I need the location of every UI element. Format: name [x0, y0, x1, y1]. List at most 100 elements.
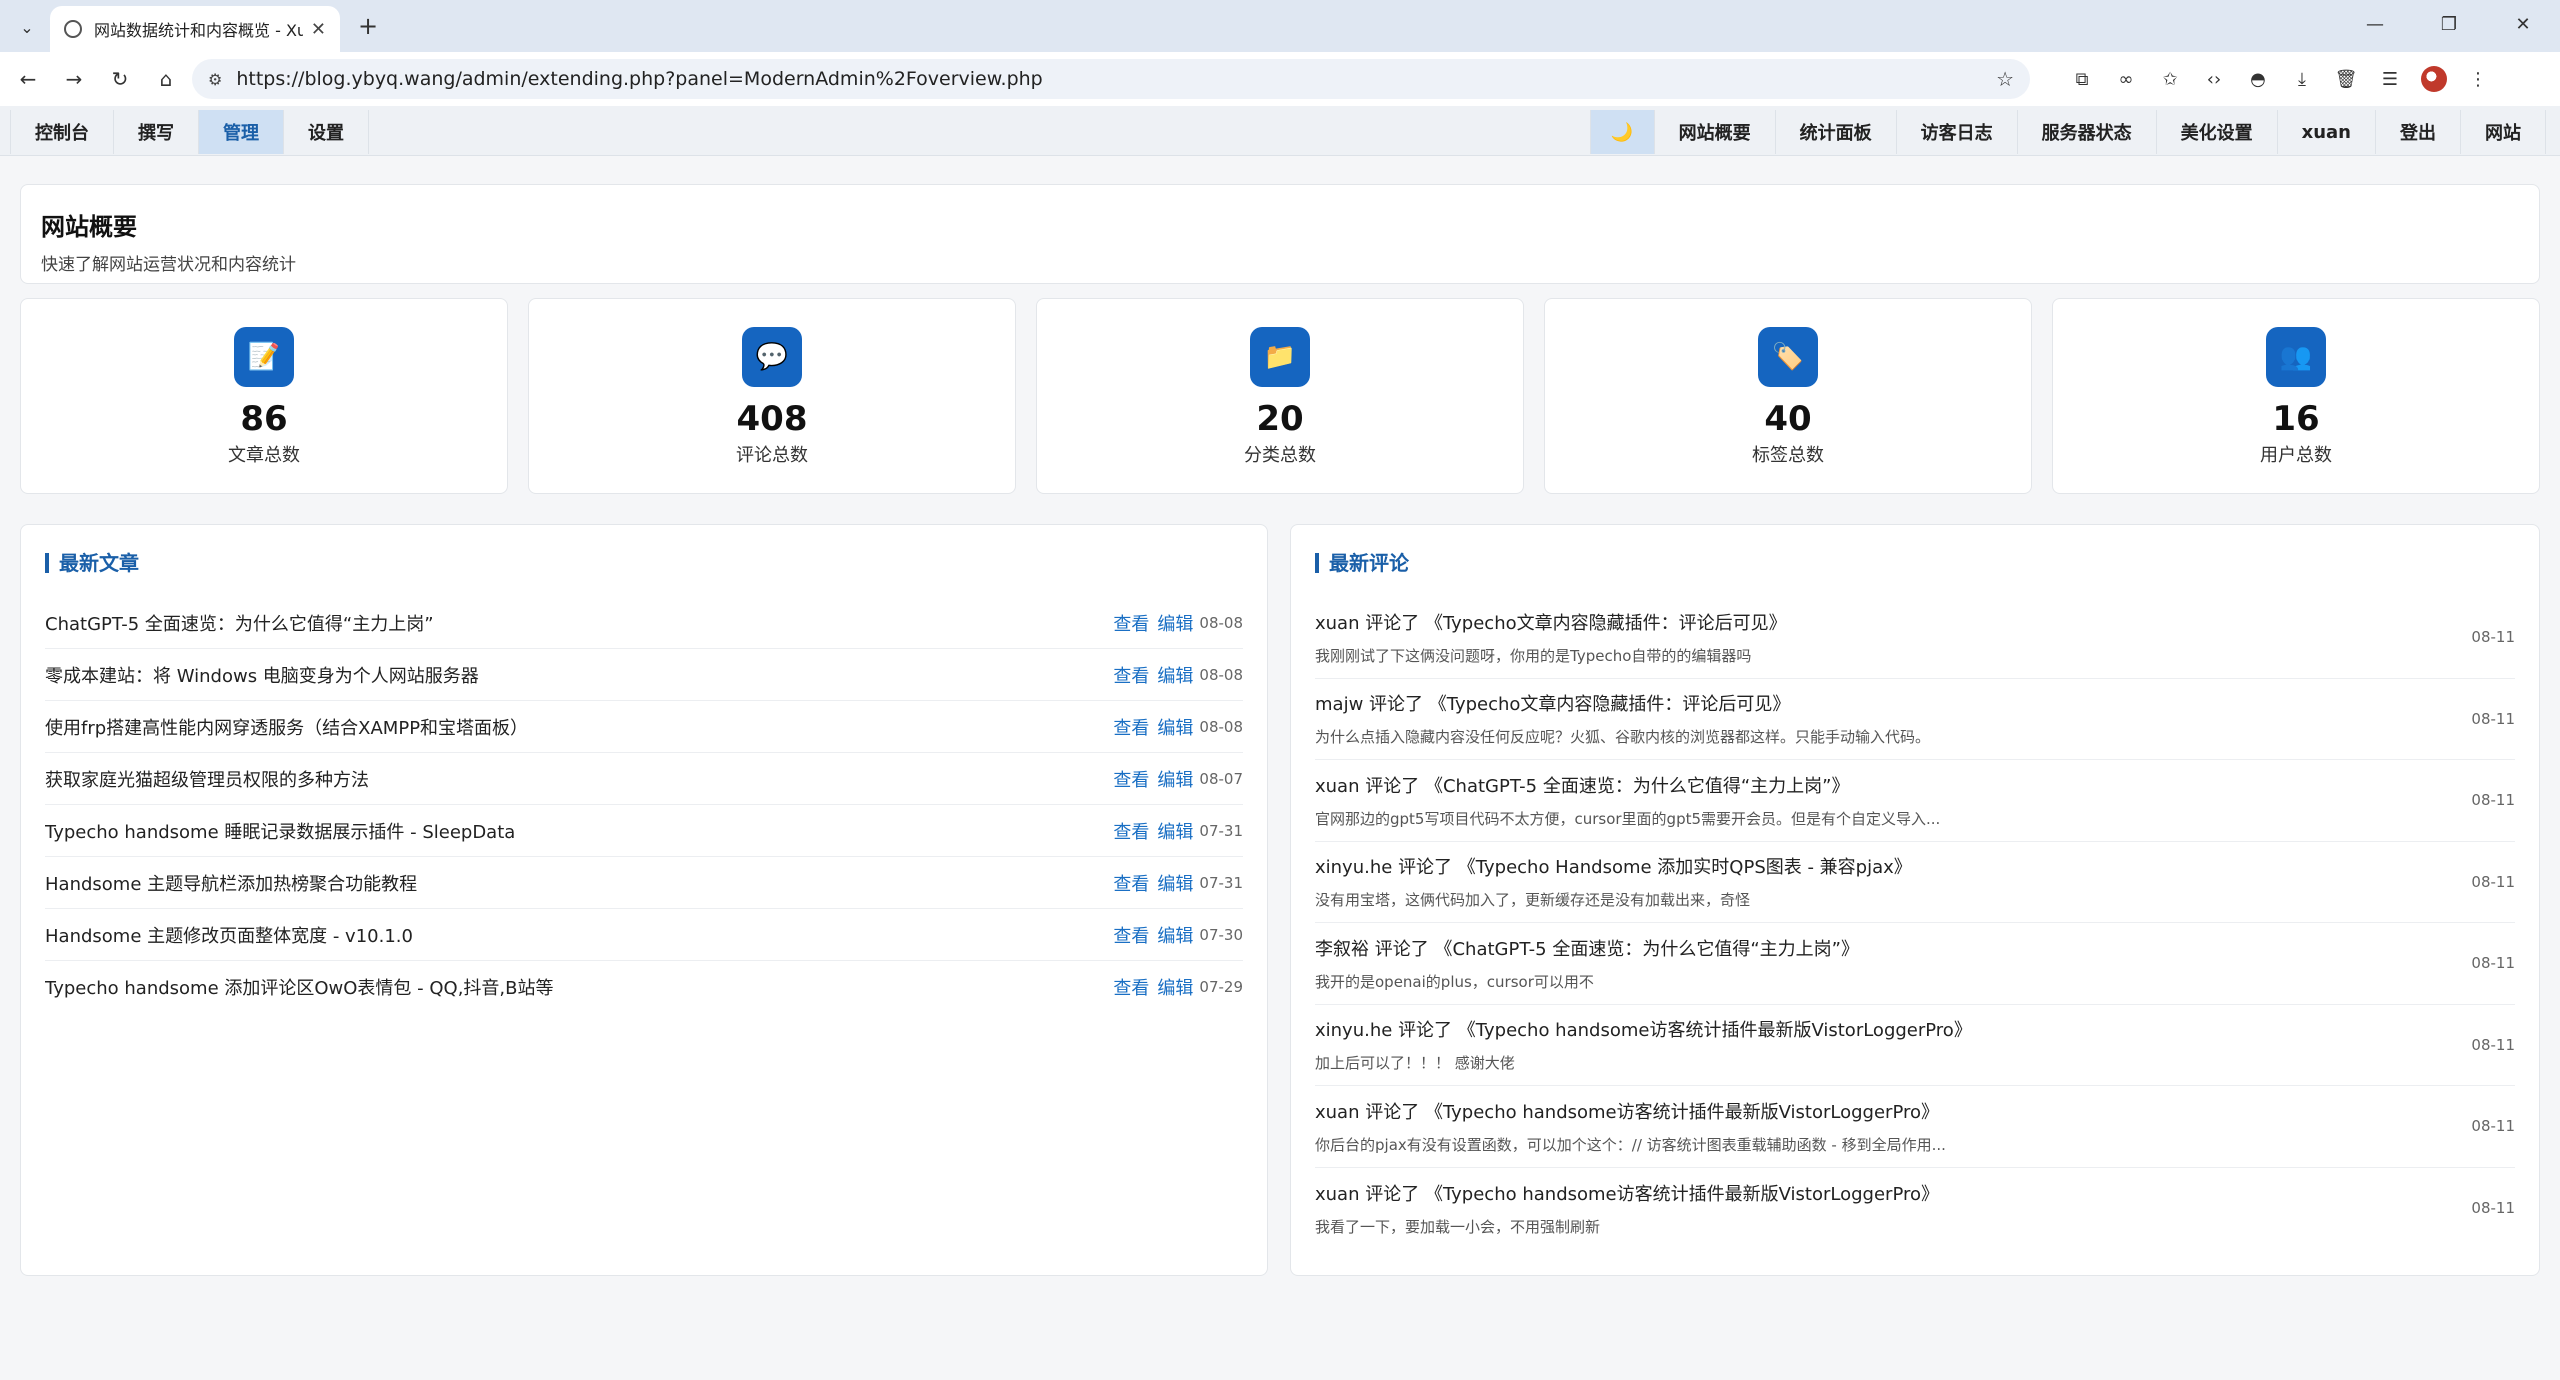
comment-head[interactable]: xuan 评论了 《Typecho文章内容隐藏插件：评论后可见》	[1315, 609, 2451, 635]
site-info-icon[interactable]: ⚙	[208, 70, 222, 89]
edit-link[interactable]: 编辑	[1157, 766, 1193, 792]
post-title[interactable]: Typecho handsome 睡眠记录数据展示插件 - SleepData	[45, 818, 1105, 844]
nav-settings[interactable]: 设置	[283, 110, 369, 154]
list-item: Typecho handsome 睡眠记录数据展示插件 - SleepData …	[45, 805, 1243, 857]
comment-post-title: 《ChatGPT-5 全面速览：为什么它值得“主力上岗”》	[1434, 938, 1859, 960]
edit-link[interactable]: 编辑	[1157, 922, 1193, 948]
comment-head[interactable]: xuan 评论了 《Typecho handsome访客统计插件最新版Visto…	[1315, 1098, 2451, 1124]
tab-search-chevron-icon[interactable]: ⌄	[12, 12, 42, 42]
back-arrow-icon[interactable]: ←	[8, 59, 48, 99]
comment-date: 08-11	[2471, 872, 2515, 891]
post-date: 08-07	[1199, 769, 1243, 788]
extensions-icon[interactable]: ⧉	[2060, 59, 2104, 99]
edit-link[interactable]: 编辑	[1157, 662, 1193, 688]
incognito-icon[interactable]: ◓	[2236, 59, 2280, 99]
stat-card-posts: 📝 86 文章总数	[20, 298, 508, 494]
comment-head[interactable]: xinyu.he 评论了 《Typecho handsome访客统计插件最新版V…	[1315, 1016, 2451, 1042]
stat-card-tags: 🏷️ 40 标签总数	[1544, 298, 2032, 494]
comment-body: 李叙裕 评论了 《ChatGPT-5 全面速览：为什么它值得“主力上岗”》 我开…	[1315, 935, 2451, 992]
list-item: Handsome 主题修改页面整体宽度 - v10.1.0 查看 编辑 07-3…	[45, 909, 1243, 961]
moon-icon[interactable]: 🌙	[1589, 110, 1654, 154]
post-title[interactable]: 零成本建站：将 Windows 电脑变身为个人网站服务器	[45, 662, 1105, 688]
view-link[interactable]: 查看	[1113, 974, 1149, 1000]
reload-icon[interactable]: ↻	[100, 59, 140, 99]
favorites-icon[interactable]: ✩	[2148, 59, 2192, 99]
comment-head[interactable]: xinyu.he 评论了 《Typecho Handsome 添加实时QPS图表…	[1315, 853, 2451, 879]
browser-tab-title: 网站数据统计和内容概览 - Xuan	[94, 21, 303, 40]
comment-excerpt: 为什么点插入隐藏内容没任何反应呢？火狐、谷歌内核的浏览器都这样。只能手动输入代码…	[1315, 728, 1931, 747]
nav-dashboard[interactable]: 控制台	[10, 110, 113, 154]
nav-site-overview[interactable]: 网站概要	[1653, 110, 1775, 154]
window-close-icon[interactable]: ✕	[2486, 0, 2560, 48]
nav-user[interactable]: xuan	[2276, 110, 2375, 154]
more-menu-icon[interactable]: ⋮	[2456, 59, 2500, 99]
page-subtitle: 快速了解网站运营状况和内容统计	[41, 255, 296, 275]
stat-card-categories: 📁 20 分类总数	[1036, 298, 1524, 494]
view-link[interactable]: 查看	[1113, 818, 1149, 844]
stat-value: 16	[2272, 399, 2320, 439]
comment-author: majw	[1315, 694, 1364, 716]
comment-head[interactable]: xuan 评论了 《Typecho handsome访客统计插件最新版Visto…	[1315, 1180, 2451, 1206]
address-bar[interactable]: ⚙ https://blog.ybyq.wang/admin/extending…	[192, 59, 2030, 99]
code-icon[interactable]: ‹›	[2192, 59, 2236, 99]
edit-link[interactable]: 编辑	[1157, 818, 1193, 844]
browser-tab-active[interactable]: 网站数据统计和内容概览 - Xuan ✕	[50, 6, 340, 52]
nav-theme-settings[interactable]: 美化设置	[2155, 110, 2277, 154]
url-text[interactable]: https://blog.ybyq.wang/admin/extending.p…	[236, 68, 1996, 90]
overview-header-card: 网站概要 快速了解网站运营状况和内容统计	[20, 184, 2540, 284]
nav-write[interactable]: 撰写	[113, 110, 198, 154]
globe-icon	[64, 20, 82, 38]
post-title[interactable]: ChatGPT-5 全面速览：为什么它值得“主力上岗”	[45, 610, 1105, 636]
list-item: 使用frp搭建高性能内网穿透服务（结合XAMPP和宝塔面板） 查看 编辑 08-…	[45, 701, 1243, 753]
nav-logout[interactable]: 登出	[2375, 110, 2460, 154]
minimize-icon[interactable]: —	[2338, 0, 2412, 48]
comment-verb: 评论了	[1365, 775, 1420, 797]
link-icon[interactable]: ∞	[2104, 59, 2148, 99]
comment-date: 08-11	[2471, 1199, 2515, 1218]
edit-link[interactable]: 编辑	[1157, 974, 1193, 1000]
comment-excerpt: 加上后可以了！！！ 感谢大佬	[1315, 1054, 1515, 1073]
comment-head[interactable]: majw 评论了 《Typecho文章内容隐藏插件：评论后可见》	[1315, 690, 2451, 716]
stat-value: 20	[1256, 399, 1304, 439]
view-link[interactable]: 查看	[1113, 870, 1149, 896]
comment-verb: 评论了	[1365, 1101, 1420, 1123]
edit-link[interactable]: 编辑	[1157, 870, 1193, 896]
trash-icon[interactable]: 🗑	[2324, 59, 2368, 99]
nav-stats-panel[interactable]: 统计面板	[1774, 110, 1896, 154]
home-icon[interactable]: ⌂	[146, 59, 186, 99]
restore-icon[interactable]: ❐	[2412, 0, 2486, 48]
comment-verb: 评论了	[1365, 612, 1420, 634]
nav-visitor-log[interactable]: 访客日志	[1895, 110, 2017, 154]
profile-avatar[interactable]	[2421, 66, 2447, 92]
nav-manage[interactable]: 管理	[198, 110, 283, 154]
comment-head[interactable]: xuan 评论了 《ChatGPT-5 全面速览：为什么它值得“主力上岗”》	[1315, 772, 2451, 798]
bookmark-star-icon[interactable]: ☆	[1996, 67, 2014, 91]
tab-close-icon[interactable]: ✕	[311, 19, 326, 40]
view-link[interactable]: 查看	[1113, 714, 1149, 740]
list-item: Typecho handsome 添加评论区OwO表情包 - QQ,抖音,B站等…	[45, 961, 1243, 1013]
post-title[interactable]: Handsome 主题修改页面整体宽度 - v10.1.0	[45, 922, 1105, 948]
nav-website[interactable]: 网站	[2460, 110, 2546, 154]
edit-link[interactable]: 编辑	[1157, 610, 1193, 636]
post-title[interactable]: 获取家庭光猫超级管理员权限的多种方法	[45, 766, 1105, 792]
recent-posts-title: 最新文章	[45, 553, 1243, 573]
stats-row: 📝 86 文章总数 💬 408 评论总数 📁 20 分类总数 🏷️ 40 标签总…	[20, 298, 2540, 494]
new-tab-plus-icon[interactable]: +	[352, 10, 384, 42]
forward-arrow-icon[interactable]: →	[54, 59, 94, 99]
reading-list-icon[interactable]: ☰	[2368, 59, 2412, 99]
comment-head[interactable]: 李叙裕 评论了 《ChatGPT-5 全面速览：为什么它值得“主力上岗”》	[1315, 935, 2451, 961]
post-date: 08-08	[1199, 665, 1243, 684]
view-link[interactable]: 查看	[1113, 766, 1149, 792]
comment-body: xuan 评论了 《Typecho文章内容隐藏插件：评论后可见》 我刚刚试了下这…	[1315, 609, 2451, 666]
comment-post-title: 《Typecho文章内容隐藏插件：评论后可见》	[1428, 694, 1791, 716]
download-icon[interactable]: ⤓	[2280, 59, 2324, 99]
view-link[interactable]: 查看	[1113, 922, 1149, 948]
post-title[interactable]: 使用frp搭建高性能内网穿透服务（结合XAMPP和宝塔面板）	[45, 714, 1105, 740]
post-title[interactable]: Typecho handsome 添加评论区OwO表情包 - QQ,抖音,B站等	[45, 974, 1105, 1000]
view-link[interactable]: 查看	[1113, 662, 1149, 688]
post-title[interactable]: Handsome 主题导航栏添加热榜聚合功能教程	[45, 870, 1105, 896]
view-link[interactable]: 查看	[1113, 610, 1149, 636]
nav-server-status[interactable]: 服务器状态	[2016, 110, 2156, 154]
edit-link[interactable]: 编辑	[1157, 714, 1193, 740]
comment-author: xuan	[1315, 612, 1360, 634]
